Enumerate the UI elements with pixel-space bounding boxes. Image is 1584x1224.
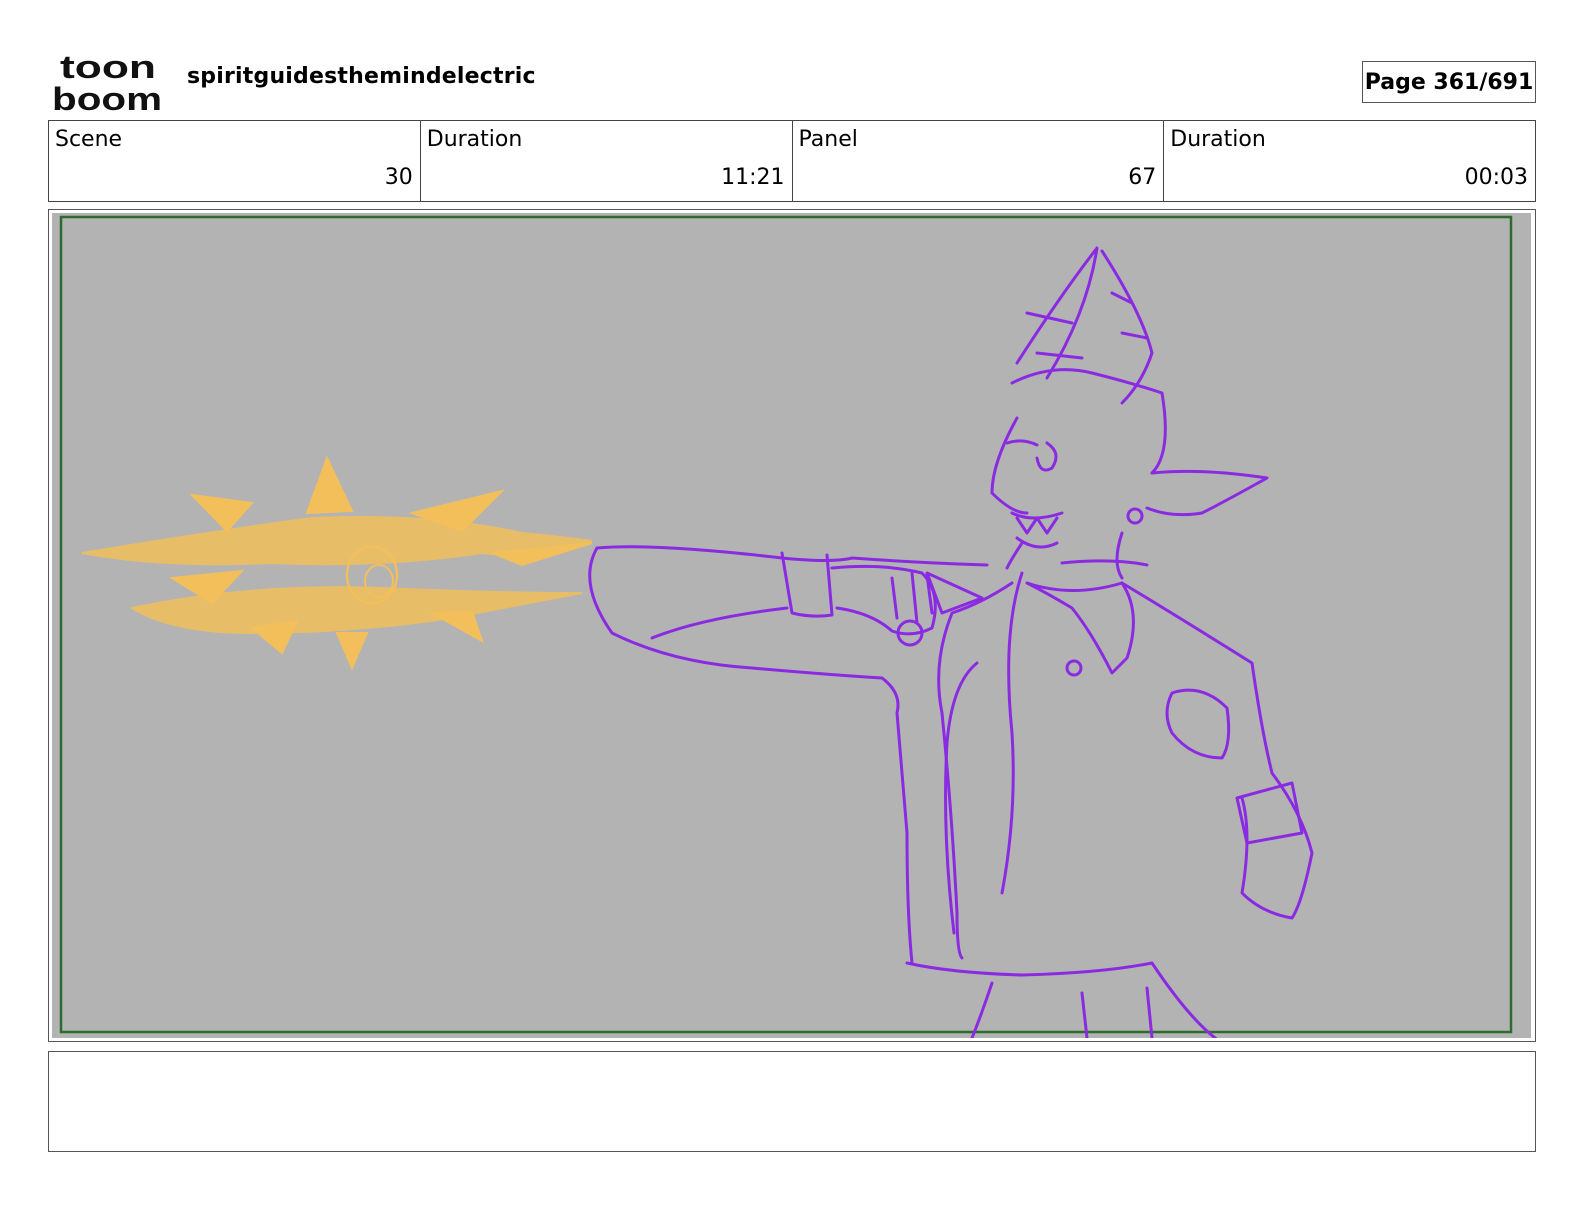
logo-text-top: toon xyxy=(60,50,156,85)
panel-value: 67 xyxy=(1128,165,1157,190)
toonboom-logo: toon boom xyxy=(52,50,162,114)
panel-label: Panel xyxy=(798,127,858,152)
project-title: spiritguidesthemindelectric xyxy=(187,64,536,89)
storyboard-panel xyxy=(48,209,1536,1042)
scene-value: 30 xyxy=(384,165,413,190)
panel-duration-cell: Duration 00:03 xyxy=(1164,121,1535,201)
scene-duration-label: Duration xyxy=(426,127,523,152)
panel-cell: Panel 67 xyxy=(793,121,1165,201)
panel-notes-box xyxy=(48,1051,1536,1152)
panel-drawing xyxy=(52,213,1531,1038)
scene-cell: Scene 30 xyxy=(49,121,421,201)
scene-duration-cell: Duration 11:21 xyxy=(421,121,793,201)
panel-duration-label: Duration xyxy=(1170,127,1266,152)
panel-duration-value: 00:03 xyxy=(1464,165,1528,190)
scene-info-table: Scene 30 Duration 11:21 Panel 67 Duratio… xyxy=(48,120,1536,202)
scene-duration-value: 11:21 xyxy=(721,165,785,190)
scene-label: Scene xyxy=(55,127,123,152)
logo-text-bottom: boom xyxy=(52,81,162,114)
page-indicator: Page 361/691 xyxy=(1362,61,1536,103)
